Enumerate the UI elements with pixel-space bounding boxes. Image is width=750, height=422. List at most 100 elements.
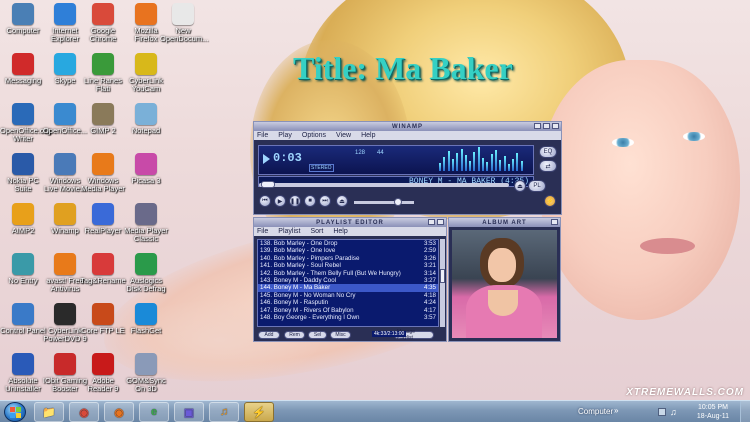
menu-item[interactable]: Sort <box>310 228 323 235</box>
eject-button[interactable]: ⏏ <box>336 195 348 207</box>
playlist-close-icon[interactable] <box>437 219 444 225</box>
playlist-button[interactable]: Add <box>258 331 280 339</box>
playlist-button[interactable]: Rem <box>284 331 305 339</box>
next-button[interactable]: ⏭ <box>319 195 331 207</box>
toolbar-chevron-icon[interactable]: » <box>614 406 618 415</box>
recycle-bin-icon <box>135 353 157 375</box>
desktop-icon[interactable]: Notepad <box>123 103 169 135</box>
volume-slider[interactable] <box>354 201 414 204</box>
desktop-icon[interactable]: Control Panel <box>0 303 46 335</box>
taskbar-button[interactable]: e <box>139 402 169 422</box>
menu-item[interactable]: Play <box>278 132 292 139</box>
desktop-icon[interactable]: Windows Media Player <box>80 153 126 193</box>
menu-item[interactable]: Options <box>302 132 326 139</box>
desktop-icon[interactable]: OpenOffice.org Writer <box>0 103 51 143</box>
previous-button[interactable]: ⏮ <box>259 195 271 207</box>
playlist-titlebar[interactable]: PLAYLIST EDITOR <box>254 218 446 227</box>
menu-item[interactable]: Help <box>333 228 347 235</box>
track-duration: 4:24 <box>423 299 436 307</box>
desktop-icon[interactable]: Core FTP LE <box>80 303 126 335</box>
playlist-row[interactable]: 138. Bob Marley - One Drop 3:53 <box>258 240 438 247</box>
play-button[interactable]: ▶ <box>274 195 286 207</box>
playlist-list[interactable]: 138. Bob Marley - One Drop 3:53 139. Bob M… <box>257 239 439 327</box>
stop-button[interactable]: ■ <box>304 195 316 207</box>
pause-button[interactable]: ❚❚ <box>289 195 301 207</box>
playlist-editor-window[interactable]: PLAYLIST EDITOR File Playlist Sort Help 138… <box>253 217 447 342</box>
desktop-icon-label: No Entry <box>8 276 38 285</box>
playlist-row[interactable]: 144. Boney M - Ma Baker 4:35 <box>258 284 438 292</box>
playlist-button[interactable]: Sel <box>308 331 327 339</box>
shuffle-button[interactable]: ⇄ <box>539 160 557 172</box>
taskbar-button[interactable]: ♫ <box>209 402 239 422</box>
seek-bar[interactable] <box>259 181 509 188</box>
playlist-row[interactable]: 147. Boney M - Rivers Of Babylon 4:17 <box>258 307 438 314</box>
desktop-icon[interactable]: RealPlayer <box>80 203 126 235</box>
desktop-icon[interactable]: Absolute Uninstaller <box>0 353 46 393</box>
shade-icon[interactable] <box>543 123 550 129</box>
start-button[interactable] <box>4 402 26 422</box>
album-art-close-icon[interactable] <box>551 219 558 225</box>
aimp-icon <box>12 203 34 225</box>
menu-item[interactable]: View <box>336 132 351 139</box>
playlist-row[interactable]: 143. Boney M - Daddy Cool 3:27 <box>258 277 438 284</box>
repeat-button[interactable]: PL <box>528 180 546 192</box>
desktop-icon-label: Windows Media Player <box>81 176 125 193</box>
playlist-shade-icon[interactable] <box>428 219 435 225</box>
desktop-icon[interactable]: Adobe Reader 9 <box>80 353 126 393</box>
desktop-icon[interactable]: Google Chrome <box>80 3 126 43</box>
playlist-button[interactable]: Misc <box>330 331 351 339</box>
desktop-icon[interactable]: GIMP 2 <box>80 103 126 135</box>
playlist-scrollbar[interactable] <box>440 239 445 327</box>
volume-handle[interactable] <box>394 198 402 206</box>
playlist-row[interactable]: 146. Boney M - Rasputin 4:24 <box>258 299 438 306</box>
playlist-row[interactable]: 148. Boy George - Everything I Own 3:57 <box>258 314 438 321</box>
minimize-icon[interactable] <box>534 123 541 129</box>
playlist-row[interactable]: 140. Bob Marley - Pimpers Paradise 3:26 <box>258 255 438 262</box>
winamp-main-window[interactable]: WINAMP File Play Options View Help 0:03 STER… <box>253 121 562 215</box>
desktop-icon[interactable]: Media Player Classic <box>123 203 169 243</box>
desktop-icon[interactable]: GOM&Sync On 3D <box>123 353 169 393</box>
tray-clock[interactable]: 10:05 PM 18-Aug-11 <box>690 403 736 421</box>
album-art-titlebar[interactable]: ALBUM ART <box>449 218 560 227</box>
tray-network-icon[interactable] <box>658 408 666 416</box>
desktop-icon[interactable]: FlashGet <box>123 303 169 335</box>
taskbar-button[interactable]: 📁 <box>34 402 64 422</box>
desktop-icon[interactable]: AIMP2 <box>0 203 46 235</box>
gimp-icon <box>92 103 114 125</box>
desktop-icon[interactable]: Auslogics Disk Defrag <box>123 253 169 293</box>
desktop-icon[interactable]: New OpenDocum... <box>160 3 208 43</box>
show-desktop-button[interactable] <box>740 401 750 422</box>
playlist-row[interactable]: 145. Boney M - No Woman No Cry 4:18 <box>258 292 438 299</box>
taskbar-button[interactable]: ◉ <box>104 402 134 422</box>
menu-item[interactable]: File <box>257 132 268 139</box>
desktop-icon[interactable]: Computer <box>0 3 46 35</box>
menu-item[interactable]: Playlist <box>278 228 300 235</box>
playlist-row[interactable]: 142. Bob Marley - Them Belly Full (But W… <box>258 270 438 277</box>
taskbar-button[interactable]: ◉ <box>69 402 99 422</box>
desktop-icon[interactable]: Line Ranes Flati <box>80 53 126 93</box>
windows-explorer-icon: 📁 <box>42 406 56 419</box>
desktop-icon[interactable]: No Entry <box>0 253 46 285</box>
seek-handle[interactable] <box>261 181 275 188</box>
close-icon[interactable] <box>552 123 559 129</box>
taskbar-button[interactable]: ▣ <box>174 402 204 422</box>
desktop-icon[interactable]: Picasa 3 <box>123 153 169 185</box>
album-art-window[interactable]: ALBUM ART <box>448 217 561 342</box>
desktop-icon[interactable]: Messaging <box>0 53 46 85</box>
desktop-icon[interactable]: CyberLink YouCam <box>123 53 169 93</box>
tray-volume-icon[interactable]: ♫ <box>670 407 677 417</box>
computer-toolbar-label[interactable]: Computer <box>578 407 613 416</box>
taskbar-button[interactable]: ⚡ <box>244 402 274 422</box>
playlist-row[interactable]: 139. Bob Marley - One love 2:59 <box>258 247 438 254</box>
equalizer-button[interactable]: EQ <box>539 146 557 158</box>
desktop-icon[interactable]: Nokia PC Suite <box>0 153 46 193</box>
playlist-row[interactable]: 141. Bob Marley - Soul Rebel 3:21 <box>258 262 438 269</box>
menu-item[interactable]: Help <box>361 132 375 139</box>
winamp-logo-button[interactable]: ⚡ <box>544 195 556 207</box>
app-icon <box>92 53 114 75</box>
winamp-titlebar[interactable]: WINAMP <box>254 122 561 131</box>
playlist-scroll-thumb[interactable] <box>440 269 445 283</box>
desktop-icon[interactable]: Tag&Rename <box>80 253 126 285</box>
eject-side-button[interactable]: ⏏ <box>514 180 526 192</box>
menu-item[interactable]: File <box>257 228 268 235</box>
